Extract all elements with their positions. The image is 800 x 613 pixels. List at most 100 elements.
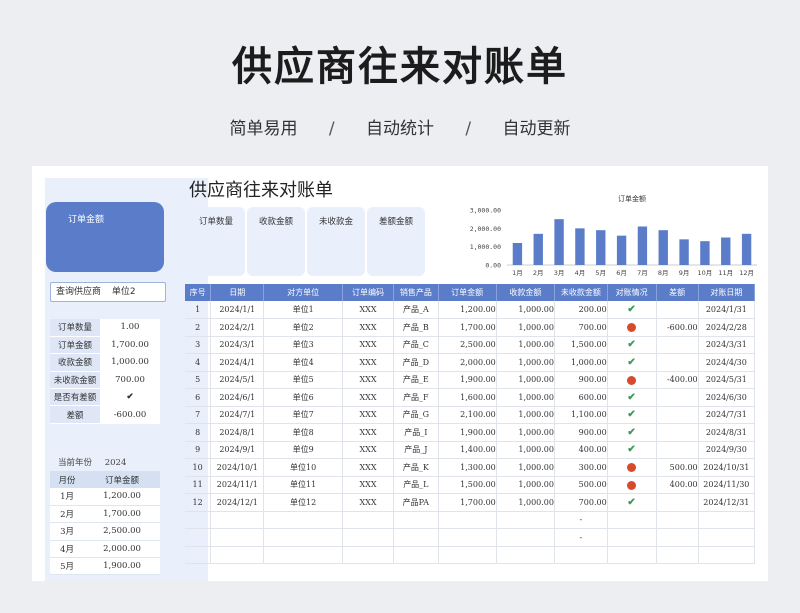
table-cell: 11 [185, 476, 212, 494]
month-row: 3月 2,500.00 [50, 522, 160, 541]
x-tick-label: 7月 [637, 269, 648, 277]
table-cell: 10 [185, 458, 212, 477]
status-cell [607, 458, 657, 477]
table-row: 3 2024/3/1 单位3 XXX 产品_C 2,500.00 1,000.00 1,500… [185, 336, 756, 354]
month-row: 1月 1,200.00 [50, 488, 160, 506]
table-cell [607, 511, 657, 529]
checkmark-icon: ✔ [627, 409, 636, 421]
table-cell: 单位5 [263, 371, 343, 389]
table-cell: 1,000.00 [496, 423, 555, 442]
summary-row: 是否有差额 ✔ [50, 388, 160, 407]
status-cell: ✔ [607, 406, 657, 424]
x-tick-label: 9月 [679, 269, 690, 277]
month-cell: 1月 [50, 488, 85, 506]
table-cell: 单位3 [263, 336, 343, 354]
sheet-title: 供应商往来对账单 [189, 180, 333, 201]
table-cell [393, 546, 439, 564]
table-cell: 2024/2/1 [210, 318, 265, 337]
table-cell [263, 511, 343, 529]
status-cell: ✔ [607, 493, 657, 512]
table-row: 11 2024/11/1 单位11 XXX 产品_L 1,500.00 1,000.00 50… [185, 476, 756, 494]
table-row: 8 2024/8/1 单位8 XXX 产品_I 1,900.00 1,000.00 900.0… [185, 423, 756, 442]
table-cell: 1,000.00 [496, 406, 555, 424]
table-cell: XXX [342, 353, 395, 372]
table-cell [554, 546, 608, 564]
status-cell: ✔ [607, 388, 657, 407]
table-cell [656, 511, 699, 529]
month-amount-cell: 2,500.00 [84, 522, 160, 541]
chart-bar [616, 235, 627, 265]
table-cell [656, 301, 699, 319]
table-cell: 2024/2/28 [698, 318, 756, 337]
table-cell [698, 528, 756, 547]
table-cell: 产品PA [393, 493, 439, 512]
table-cell: 1,500.00 [438, 476, 497, 494]
table-cell: 1,400.00 [438, 441, 497, 459]
summary-key: 是否有差额 [50, 388, 100, 407]
column-header: 对账日期 [698, 284, 756, 301]
column-header: 订单金额 [438, 284, 497, 301]
table-cell: 1 [185, 301, 212, 319]
status-cell: ✔ [607, 441, 657, 459]
x-tick-label: 3月 [554, 269, 565, 277]
table-cell: 2024/12/31 [698, 493, 756, 512]
x-tick-label: 12月 [739, 269, 754, 277]
table-cell: 2024/7/1 [210, 406, 265, 424]
supplier-query-box[interactable]: 查询供应商 单位2 [50, 282, 166, 302]
table-cell [656, 493, 699, 512]
table-cell: 1,000.00 [496, 318, 555, 337]
table-cell: 2024/5/1 [210, 371, 265, 389]
column-header: 对方单位 [263, 284, 343, 301]
table-cell: 2024/6/30 [698, 388, 756, 407]
hero-tag-1: 简单易用 [229, 119, 298, 139]
table-cell [656, 353, 699, 372]
month-header: 月份 [50, 471, 85, 488]
table-cell: 300.00 [554, 458, 608, 477]
table-row: 12 2024/12/1 单位12 XXX 产品PA 1,700.00 1,000.00 70… [185, 493, 756, 512]
table-cell: XXX [342, 493, 395, 512]
column-header: 对账情况 [607, 284, 657, 301]
checkmark-icon: ✔ [627, 391, 636, 403]
order-amount-chart: 订单金额 0.00 1,000.00 2,000.00 3,000.00 1月 2月 3月 4月… [437, 190, 762, 282]
table-cell [263, 528, 343, 547]
month-cell: 2月 [50, 505, 85, 524]
table-cell: 产品_F [393, 388, 439, 407]
table-cell: 1,900.00 [438, 371, 497, 389]
summary-row: 订单数量 1.00 [50, 319, 160, 337]
table-cell [656, 336, 699, 354]
summary-value: 1,700.00 [100, 336, 160, 355]
table-cell: XXX [342, 371, 395, 389]
table-cell: 1,000.00 [496, 493, 555, 512]
summary-key: 差额 [50, 405, 100, 424]
x-tick-label: 8月 [658, 269, 669, 277]
hero-tag-3: 自动更新 [502, 119, 571, 139]
left-panel: 订单金额 查询供应商 单位2 订单数量 1.00 订单金额 1,700.00 收款金额 1… [45, 178, 208, 581]
chart-svg: 订单金额 0.00 1,000.00 2,000.00 3,000.00 1月 2月 3月 4月… [470, 194, 757, 277]
table-cell: 产品_D [393, 353, 439, 372]
supplier-query-value[interactable]: 单位2 [112, 287, 136, 297]
table-cell [607, 546, 657, 564]
spreadsheet-sheet: 订单金额 查询供应商 单位2 订单数量 1.00 订单金额 1,700.00 收款金额 1… [32, 166, 768, 581]
table-cell: 产品_C [393, 336, 439, 354]
table-cell [185, 511, 212, 529]
hero-tagline: 简单易用 / 自动统计 / 自动更新 [0, 114, 800, 139]
table-cell [496, 528, 555, 547]
checkmark-icon: ✔ [100, 388, 160, 407]
table-cell: 单位9 [263, 441, 343, 459]
summary-value: 1.00 [100, 319, 160, 337]
table-cell: 1,700.00 [438, 318, 497, 337]
year-value[interactable]: 2024 [105, 458, 127, 468]
table-cell [438, 511, 497, 529]
table-cell: 5 [185, 371, 212, 389]
table-row: - [185, 511, 756, 529]
table-cell [496, 546, 555, 564]
table-cell: 产品_L [393, 476, 439, 494]
table-cell: 4 [185, 353, 212, 372]
table-cell: 1,200.00 [438, 301, 497, 319]
table-cell: 900.00 [554, 371, 608, 389]
table-cell: 1,300.00 [438, 458, 497, 477]
column-header: 销售产品 [393, 284, 439, 301]
month-amount-cell: 1,900.00 [84, 557, 160, 576]
table-cell: XXX [342, 423, 395, 442]
supplier-query-label: 查询供应商 [56, 287, 102, 297]
